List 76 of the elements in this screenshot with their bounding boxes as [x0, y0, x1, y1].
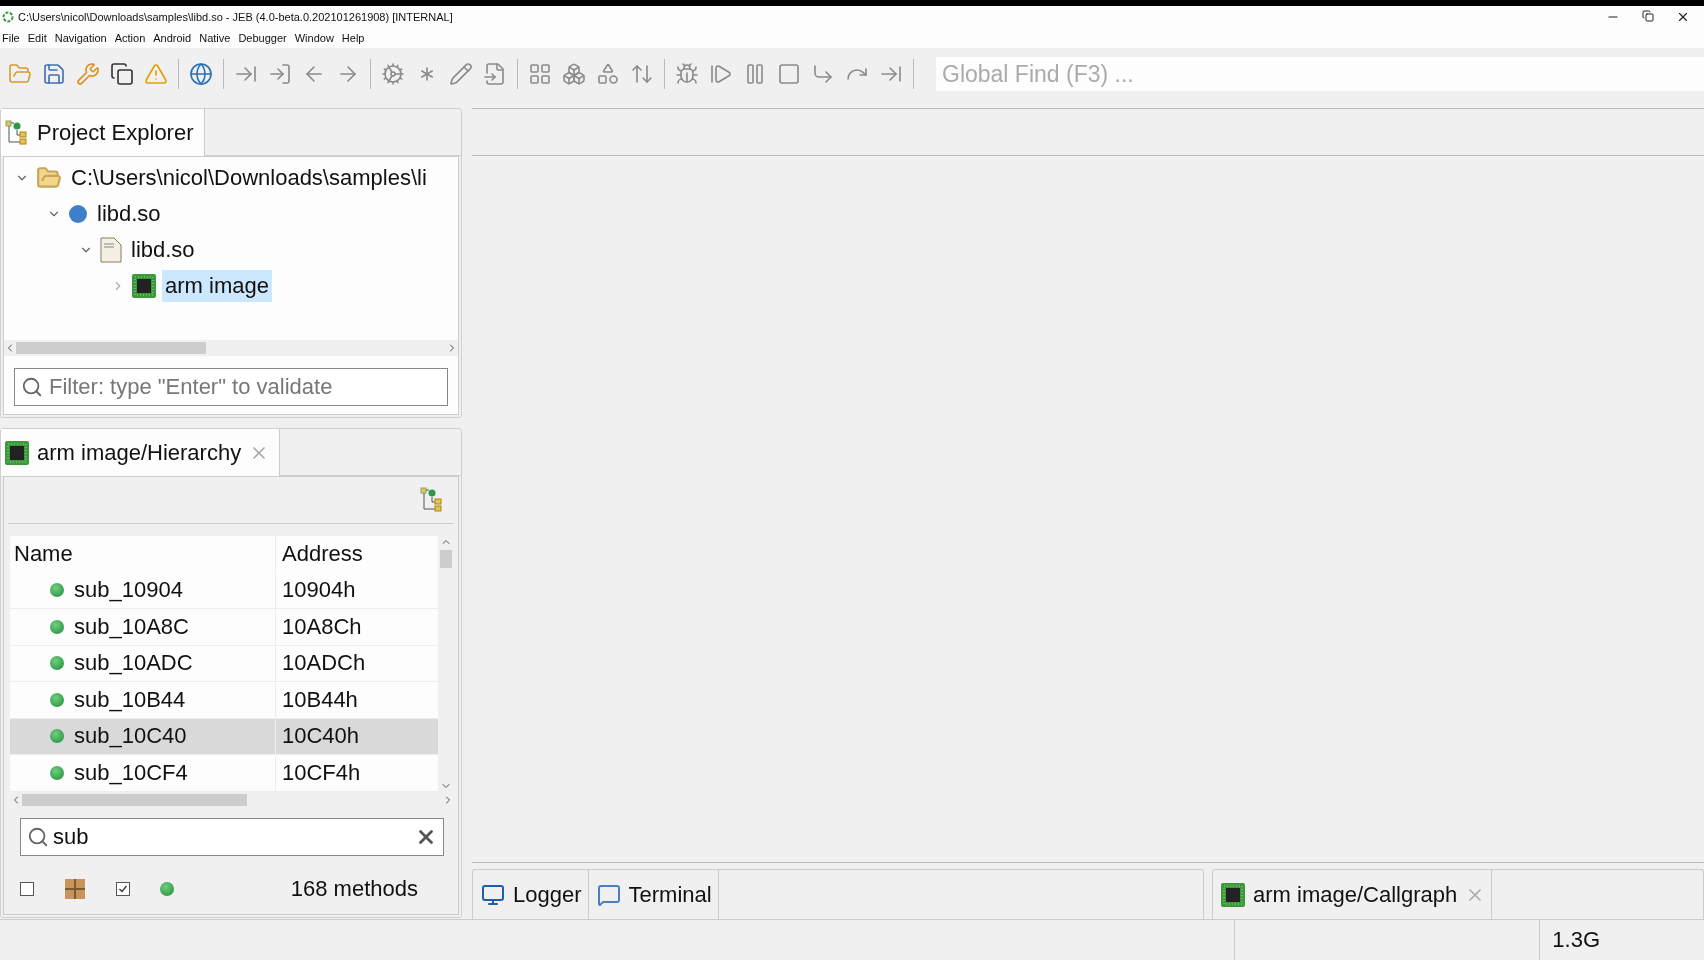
window-title: C:\Users\nicol\Downloads\samples\libd.so - JEB (4.0-beta.0.202101261908) [INTERNAL]: [18, 11, 454, 23]
windows-icon[interactable]: [108, 60, 136, 88]
method-dot-icon: [50, 765, 64, 780]
panel-tab[interactable]: arm image/Hierarchy: [1, 429, 281, 476]
address-cell: 10CF4h: [282, 759, 361, 786]
tree-item[interactable]: libd.so: [94, 198, 164, 230]
column-header[interactable]: Name: [10, 536, 276, 572]
menu-item[interactable]: Navigation: [52, 32, 113, 44]
address-cell: 10A8Ch: [282, 613, 362, 640]
method-name: sub_10A8C: [74, 613, 189, 640]
menu-item[interactable]: Window: [292, 32, 340, 44]
method-dot-icon: [50, 729, 64, 744]
chip-icon: [132, 274, 156, 298]
method-name: sub_10C40: [74, 723, 187, 750]
panel-tab[interactable]: Project Explorer: [1, 109, 205, 156]
view-tab[interactable]: Logger: [473, 870, 589, 919]
gear-icon[interactable]: [379, 60, 407, 88]
menu-item[interactable]: Debugger: [236, 32, 293, 44]
menu-item[interactable]: Action: [112, 32, 152, 44]
method-dot-icon[interactable]: [160, 881, 174, 896]
sphere-icon: [68, 204, 88, 224]
tree-item[interactable]: arm image: [162, 270, 272, 302]
elf-file-icon: [100, 237, 122, 263]
search-icon: [21, 376, 43, 398]
menu-item[interactable]: Android: [151, 32, 198, 44]
method-name: sub_10904: [74, 577, 183, 604]
app-logo-icon: [2, 11, 14, 23]
table-row[interactable]: sub_10A8C 10A8Ch: [10, 609, 438, 646]
table-row[interactable]: sub_10904 10904h: [10, 572, 438, 609]
column-header[interactable]: Address: [276, 536, 438, 572]
method-dot-icon: [50, 619, 64, 634]
address-cell: 10904h: [282, 577, 356, 604]
hierarchy-view-icon: [420, 487, 444, 513]
tree-item[interactable]: C:\Users\nicol\Downloads\samples\li: [68, 162, 430, 194]
address-cell: 10B44h: [282, 686, 358, 713]
view-tab[interactable]: Terminal: [588, 870, 719, 919]
global-find-field[interactable]: Global Find (F3) ...: [936, 57, 1704, 91]
method-dot-icon: [50, 692, 64, 707]
folder-icon: [36, 165, 62, 191]
chip-icon: [5, 440, 29, 465]
monitor-icon: [481, 882, 505, 907]
checkmark-icon: [118, 883, 128, 894]
method-dot-icon: [50, 583, 64, 598]
menu-item[interactable]: Edit: [25, 32, 53, 44]
grid-icon[interactable]: [64, 877, 86, 900]
method-name: sub_10ADC: [74, 650, 193, 677]
method-count: 168 methods: [290, 875, 418, 902]
method-name: sub_10CF4: [74, 759, 188, 786]
chip-icon: [1221, 882, 1245, 907]
horizontal-scrollbar[interactable]: [4, 340, 458, 356]
terminal-icon: [596, 882, 621, 907]
menu-item[interactable]: Native: [197, 32, 237, 44]
filter-field[interactable]: Filter: type "Enter" to validate: [14, 368, 448, 406]
hierarchy-icon: [5, 119, 29, 146]
close-icon[interactable]: [1676, 10, 1690, 24]
wrench-icon[interactable]: [74, 60, 102, 88]
memory-usage: 1.3G: [1552, 927, 1601, 953]
table-row[interactable]: sub_10B44 10B44h: [10, 682, 438, 719]
scroll-thumb[interactable]: [440, 550, 452, 568]
search-field[interactable]: sub: [20, 817, 444, 856]
checkbox[interactable]: [116, 881, 130, 896]
pencil-icon[interactable]: [447, 60, 475, 88]
table-row[interactable]: sub_10C40 10C40h: [10, 718, 438, 755]
method-dot-icon: [50, 656, 64, 671]
menu-item[interactable]: File: [0, 32, 26, 44]
method-name: sub_10B44: [74, 686, 186, 713]
menu-item[interactable]: Help: [339, 32, 371, 44]
search-icon: [27, 825, 49, 848]
checkbox[interactable]: [20, 881, 34, 896]
tree-item[interactable]: libd.so: [128, 234, 198, 266]
restore-icon[interactable]: [1642, 10, 1654, 22]
globe-icon[interactable]: [187, 60, 215, 88]
table-row[interactable]: sub_10ADC 10ADCh: [10, 645, 438, 682]
table-row[interactable]: sub_10CF4 10CF4h: [10, 755, 438, 792]
address-cell: 10ADCh: [282, 650, 366, 677]
address-cell: 10C40h: [282, 723, 360, 750]
